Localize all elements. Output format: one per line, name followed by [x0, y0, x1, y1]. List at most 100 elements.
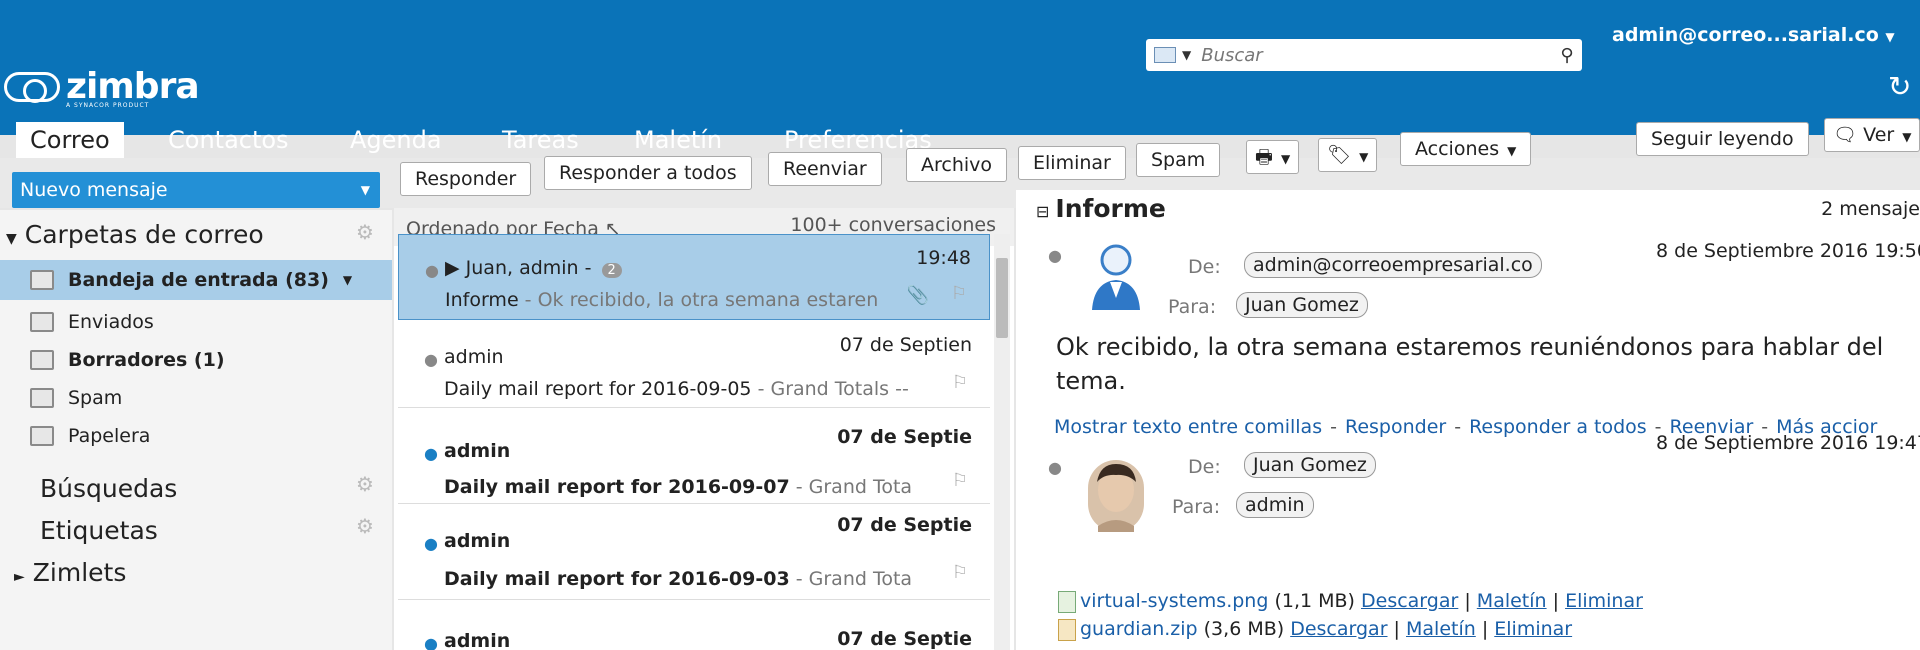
flag-icon[interactable]: ⚐ [951, 283, 967, 304]
flag-icon[interactable]: ⚐ [952, 372, 968, 393]
search-bar[interactable]: ▼ ⚲ [1146, 39, 1582, 71]
unread-status-icon[interactable]: ● [424, 534, 438, 553]
row-date: 07 de Septien [839, 334, 972, 356]
archive-button[interactable]: Archivo [906, 148, 1008, 182]
zimlets-header[interactable]: ► Zimlets [14, 558, 126, 587]
briefcase-link[interactable]: Maletín [1477, 590, 1547, 612]
read-status-icon[interactable]: ● [1048, 458, 1062, 477]
briefcase-link[interactable]: Maletín [1406, 618, 1476, 640]
conversation-count: 100+ conversaciones [790, 214, 996, 236]
printer-icon: 🖶 [1255, 146, 1273, 168]
search-input[interactable] [1201, 44, 1552, 66]
show-quoted-link[interactable]: Mostrar texto entre comillas [1054, 416, 1322, 438]
chevron-down-icon[interactable]: ▼ [1182, 48, 1191, 62]
mail-type-icon[interactable] [1154, 47, 1176, 63]
new-message-button[interactable]: Nuevo mensaje ▼ [12, 172, 380, 208]
attachment-size: (3,6 MB) [1197, 618, 1291, 640]
delete-button[interactable]: Eliminar [1018, 146, 1126, 180]
search-icon[interactable]: ⚲ [1552, 45, 1582, 66]
keep-reading-button[interactable]: Seguir leyendo [1636, 122, 1809, 156]
chevron-down-icon[interactable]: ▼ [361, 172, 370, 208]
folder-pane: ▼ Carpetas de correo ⚙ Bandeja de entrada… [0, 210, 392, 650]
sidebar-item-trash[interactable]: Papelera [0, 416, 392, 456]
actions-button[interactable]: Acciones ▼ [1400, 132, 1532, 166]
view-button[interactable]: 🗨 Ver ▼ [1824, 118, 1920, 152]
chevron-down-icon[interactable]: ▼ [343, 273, 352, 287]
list-item[interactable]: ● admin 07 de Septie [398, 604, 990, 650]
flag-icon[interactable]: ⚐ [952, 562, 968, 583]
attachment-name[interactable]: virtual-systems.png [1080, 590, 1268, 612]
unread-status-icon[interactable]: ● [424, 634, 438, 650]
list-scrollbar[interactable] [994, 234, 1010, 650]
searches-header[interactable]: Búsquedas [40, 474, 177, 503]
account-menu[interactable]: admin@correo...sarial.co ▼ [1612, 24, 1895, 46]
reply-link[interactable]: Responder [1345, 416, 1446, 438]
row-date: 07 de Septie [837, 628, 972, 650]
reply-all-button[interactable]: Responder a todos [544, 156, 752, 190]
read-status-icon[interactable]: ● [425, 261, 439, 280]
row-date: 07 de Septie [837, 426, 972, 448]
tab-contactos[interactable]: Contactos [154, 122, 303, 162]
trash-icon [30, 426, 54, 446]
print-button[interactable]: 🖶 ▼ [1246, 140, 1300, 174]
tag-button[interactable]: 🏷 ▼ [1318, 138, 1378, 172]
read-status-icon[interactable]: ● [424, 350, 438, 369]
row-sender: ▶ Juan, admin - 2 [445, 257, 622, 279]
reply-button[interactable]: Responder [400, 162, 532, 196]
drafts-icon [30, 350, 54, 370]
sent-icon [30, 312, 54, 332]
spam-button[interactable]: Spam [1136, 143, 1221, 177]
row-subject: Daily mail report for 2016-09-05 - Grand… [444, 378, 909, 400]
reading-pane: ⊟ Informe 2 mensaje ● De: admin@correoemp… [1016, 190, 1920, 650]
sidebar-item-drafts[interactable]: Borradores (1) [0, 340, 392, 380]
tab-agenda[interactable]: Agenda [336, 122, 456, 162]
attachment-size: (1,1 MB) [1268, 590, 1361, 612]
logo-tagline: A SYNACOR PRODUCT [66, 102, 150, 109]
tags-header[interactable]: Etiquetas [40, 516, 158, 545]
recipient-pill[interactable]: admin [1236, 492, 1314, 518]
reply-all-link[interactable]: Responder a todos [1469, 416, 1647, 438]
sidebar-item-sent[interactable]: Enviados [0, 302, 392, 342]
sender-pill[interactable]: Juan Gomez [1244, 452, 1376, 478]
refresh-icon[interactable]: ↻ [1888, 70, 1911, 103]
mail-folders-header[interactable]: ▼ Carpetas de correo [6, 220, 264, 249]
gear-icon[interactable]: ⚙ [356, 220, 374, 244]
list-item[interactable]: ● admin 07 de Septien Daily mail report … [398, 324, 990, 408]
gear-icon[interactable]: ⚙ [356, 472, 374, 496]
message-date: 8 de Septiembre 2016 19:50 [1656, 240, 1920, 262]
list-item[interactable]: ● ▶ Juan, admin - 2 19:48 Informe - Ok r… [398, 234, 990, 320]
message-header-1[interactable]: ● De: admin@correoempresarial.co Para: J… [1036, 230, 1920, 320]
scrollbar-thumb[interactable] [996, 258, 1008, 338]
message-count-badge: 2 [601, 263, 622, 278]
unread-status-icon[interactable]: ● [424, 444, 438, 463]
download-link[interactable]: Descargar [1290, 618, 1387, 640]
sidebar-item-inbox[interactable]: Bandeja de entrada (83) ▼ [0, 260, 392, 300]
delete-attachment-link[interactable]: Eliminar [1494, 618, 1572, 640]
logo-wordmark: zimbra [66, 66, 200, 107]
sidebar-item-spam[interactable]: Spam [0, 378, 392, 418]
attachment-item: virtual-systems.png (1,1 MB) Descargar |… [1058, 590, 1643, 613]
row-date: 07 de Septie [837, 514, 972, 536]
download-link[interactable]: Descargar [1361, 590, 1458, 612]
forward-button[interactable]: Reenviar [768, 152, 882, 186]
flag-icon[interactable]: ⚐ [952, 470, 968, 491]
recipient-pill[interactable]: Juan Gomez [1236, 292, 1368, 318]
row-sender: admin [444, 630, 511, 650]
account-name: admin@correo...sarial.co [1612, 24, 1879, 46]
message-header-2[interactable]: ● De: Juan Gomez Para: admin 8 de Septie… [1036, 432, 1920, 556]
gear-icon[interactable]: ⚙ [356, 514, 374, 538]
list-item[interactable]: ● admin 07 de Septie Daily mail report f… [398, 412, 990, 504]
attachment-icon: 📎 [906, 285, 929, 306]
row-date: 19:48 [916, 247, 971, 269]
list-item[interactable]: ● admin 07 de Septie Daily mail report f… [398, 508, 990, 600]
read-status-icon[interactable]: ● [1048, 246, 1062, 265]
delete-attachment-link[interactable]: Eliminar [1565, 590, 1643, 612]
attachment-name[interactable]: guardian.zip [1080, 618, 1198, 640]
sender-pill[interactable]: admin@correoempresarial.co [1244, 252, 1542, 278]
tag-icon: 🏷 [1327, 144, 1352, 166]
zimbra-logo[interactable]: zimbra A SYNACOR PRODUCT [4, 66, 200, 109]
from-label: De: [1188, 256, 1221, 278]
message-count: 2 mensaje [1821, 198, 1920, 220]
collapse-icon[interactable]: ⊟ [1036, 202, 1049, 221]
row-subject: Informe - Ok recibido, la otra semana es… [445, 289, 879, 311]
